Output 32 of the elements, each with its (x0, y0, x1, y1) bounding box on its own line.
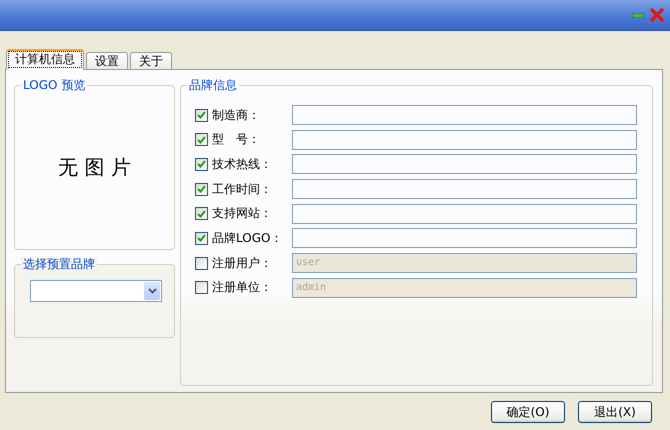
checkbox[interactable] (195, 207, 208, 220)
tab[interactable]: 关于 (130, 52, 172, 69)
dialog-button[interactable]: 退出(X) (578, 401, 652, 423)
field-label: 制造商： (212, 106, 261, 124)
field-label: 注册单位： (212, 279, 273, 296)
field-label: 技术热线： (212, 156, 273, 173)
field-label: 型 号： (212, 131, 261, 148)
checkbox[interactable] (195, 182, 208, 196)
tab[interactable]: 计算机信息 (6, 49, 84, 70)
checkbox[interactable] (195, 232, 208, 245)
group-title: 品牌信息 (187, 78, 239, 92)
checkbox[interactable] (195, 158, 208, 171)
checkbox[interactable] (195, 108, 208, 122)
close-icon[interactable] (650, 8, 664, 22)
input-field[interactable] (292, 105, 637, 125)
input-field[interactable] (292, 130, 637, 150)
input-field[interactable] (292, 179, 637, 200)
minimize-icon[interactable] (632, 12, 644, 18)
field-label: 品牌LOGO： (212, 230, 284, 247)
field-label: 支持网站： (212, 205, 273, 222)
input-field[interactable] (292, 228, 637, 248)
checkbox[interactable] (195, 133, 208, 146)
field-label: 注册用户： (212, 254, 273, 272)
no-image-text: 无 图 片 (58, 154, 131, 181)
dialog-button[interactable]: 确定(O) (491, 401, 565, 423)
input-field[interactable] (292, 154, 637, 174)
field-label: 工作时间： (212, 180, 273, 198)
input-field[interactable] (292, 204, 637, 224)
brand-dropdown[interactable] (30, 280, 162, 302)
group-title: 选择预置品牌 (21, 257, 97, 271)
group-title: LOGO 预览 (21, 78, 88, 92)
tab[interactable]: 设置 (86, 52, 128, 69)
